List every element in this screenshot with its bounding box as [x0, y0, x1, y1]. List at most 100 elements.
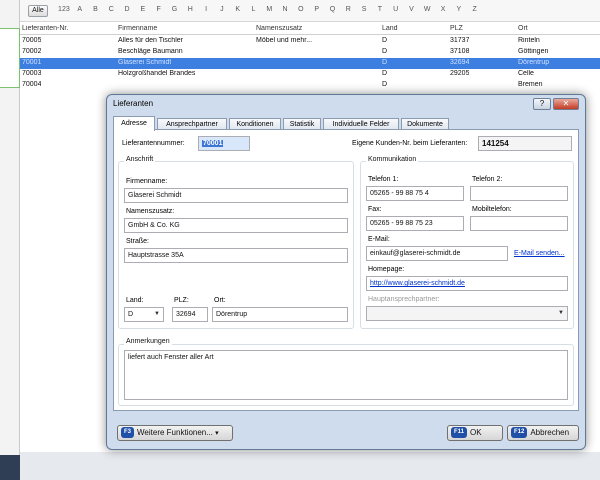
- email-field[interactable]: einkauf@glaserei-schmidt.de: [366, 246, 508, 261]
- filter-letter[interactable]: W: [419, 6, 435, 13]
- filter-letter[interactable]: Q: [325, 6, 341, 13]
- filter-letter[interactable]: D: [119, 6, 135, 13]
- ok-button[interactable]: F11 OK: [447, 425, 503, 441]
- close-button[interactable]: ✕: [553, 98, 579, 110]
- grid-column-header[interactable]: Namenszusatz: [256, 25, 302, 32]
- filter-letter[interactable]: B: [88, 6, 104, 13]
- dialog-titlebar[interactable]: Lieferanten ? ✕: [107, 95, 585, 113]
- table-row[interactable]: 70005 Alles für den Tischler Möbel und meh…: [20, 36, 600, 47]
- filter-letter[interactable]: X: [435, 6, 451, 13]
- grid-header: Lieferanten-Nr. Firmenname Namenszusatz Lan…: [20, 24, 600, 35]
- filter-letter[interactable]: H: [182, 6, 198, 13]
- filter-letter[interactable]: A: [72, 6, 88, 13]
- filter-letter[interactable]: I: [198, 6, 214, 13]
- grid-column-header[interactable]: Land: [382, 25, 398, 32]
- table-cell: D: [382, 70, 388, 77]
- cancel-label: Abbrechen: [530, 428, 570, 437]
- filter-letter[interactable]: O: [293, 6, 309, 13]
- filter-letter[interactable]: N: [277, 6, 293, 13]
- filter-letter[interactable]: M: [261, 6, 277, 13]
- send-email-link[interactable]: E-Mail senden...: [514, 250, 565, 257]
- name-suffix-label: Namenszusatz:: [126, 208, 175, 215]
- table-cell: Bremen: [518, 81, 543, 88]
- filter-letter[interactable]: L: [246, 6, 262, 13]
- phone1-field[interactable]: 05265 - 99 88 75 4: [366, 186, 464, 201]
- chevron-down-icon: ▼: [154, 311, 160, 317]
- fax-label: Fax:: [368, 206, 382, 213]
- city-label: Ort:: [214, 297, 226, 304]
- table-cell: 37108: [450, 48, 470, 55]
- supplier-number-field[interactable]: 70001: [198, 136, 250, 151]
- table-cell: 70002: [22, 48, 42, 55]
- table-cell: Beschläge Baumann: [118, 48, 183, 55]
- zip-field[interactable]: 32694: [172, 307, 208, 322]
- grid-column-header[interactable]: Firmenname: [118, 25, 157, 32]
- grid-column-header[interactable]: Lieferanten-Nr.: [22, 25, 68, 32]
- address-group: [118, 161, 354, 329]
- filter-letter[interactable]: R: [340, 6, 356, 13]
- main-contact-select[interactable]: ▼: [366, 306, 568, 321]
- help-button[interactable]: ?: [533, 98, 551, 110]
- more-functions-label: Weitere Funktionen...: [137, 428, 213, 437]
- filter-letter[interactable]: 123: [56, 6, 72, 13]
- filter-letter[interactable]: G: [167, 6, 183, 13]
- more-functions-button[interactable]: F3 Weitere Funktionen... ▾: [117, 425, 233, 441]
- navigation-pane: [0, 0, 20, 480]
- street-label: Straße:: [126, 238, 149, 245]
- nav-selected-item[interactable]: [0, 28, 20, 88]
- cancel-button[interactable]: F12 Abbrechen: [507, 425, 579, 441]
- homepage-field[interactable]: http://www.glaserei-schmidt.de: [366, 276, 568, 291]
- table-row[interactable]: 70004 D Bremen: [20, 80, 600, 91]
- tab-adresse[interactable]: Adresse: [113, 116, 155, 131]
- filter-letter[interactable]: S: [356, 6, 372, 13]
- mobile-field[interactable]: [470, 216, 568, 231]
- name-suffix-field[interactable]: GmbH & Co. KG: [124, 218, 348, 233]
- filter-letter[interactable]: F: [151, 6, 167, 13]
- table-cell: Rinteln: [518, 37, 540, 44]
- filter-letter[interactable]: C: [103, 6, 119, 13]
- table-row[interactable]: 70003 Holzgroßhandel Brandes D 29205 Celle: [20, 69, 600, 80]
- filter-letter[interactable]: J: [214, 6, 230, 13]
- filter-letter[interactable]: Z: [467, 6, 483, 13]
- phone1-label: Telefon 1:: [368, 176, 399, 183]
- table-cell: 70001: [22, 59, 42, 66]
- own-customer-number-field[interactable]: 141254: [478, 136, 572, 151]
- street-field[interactable]: Hauptstrasse 35A: [124, 248, 348, 263]
- filter-letter[interactable]: V: [404, 6, 420, 13]
- filter-letter[interactable]: Y: [451, 6, 467, 13]
- status-area: [20, 452, 600, 480]
- table-row[interactable]: 70001 Glaserei Schmidt D 32694 Dörentrup: [20, 58, 600, 69]
- grid-column-header[interactable]: Ort: [518, 25, 528, 32]
- supplier-dialog: Lieferanten ? ✕ Adresse Ansprechpartner …: [106, 94, 586, 450]
- notes-textarea[interactable]: liefert auch Fenster aller Art: [124, 350, 568, 400]
- email-label: E-Mail:: [368, 236, 390, 243]
- phone2-field[interactable]: [470, 186, 568, 201]
- city-field[interactable]: Dörentrup: [212, 307, 348, 322]
- table-cell: 29205: [450, 70, 470, 77]
- table-cell: Holzgroßhandel Brandes: [118, 70, 196, 77]
- company-field[interactable]: Glaserei Schmidt: [124, 188, 348, 203]
- table-cell: D: [382, 81, 388, 88]
- table-cell: 31737: [450, 37, 470, 44]
- table-cell: D: [382, 59, 388, 66]
- country-select[interactable]: D ▼: [124, 307, 164, 322]
- filter-letter[interactable]: U: [388, 6, 404, 13]
- grid-column-header[interactable]: PLZ: [450, 25, 463, 32]
- f12-key-badge: F12: [511, 427, 528, 438]
- filter-letter[interactable]: P: [309, 6, 325, 13]
- table-cell: 70004: [22, 81, 42, 88]
- table-cell: D: [382, 48, 388, 55]
- homepage-label: Homepage:: [368, 266, 405, 273]
- own-customer-number-label: Eigene Kunden-Nr. beim Lieferanten:: [352, 140, 468, 147]
- zip-label: PLZ:: [174, 297, 189, 304]
- filter-letter[interactable]: E: [135, 6, 151, 13]
- filter-letter[interactable]: T: [372, 6, 388, 13]
- filter-letter[interactable]: K: [230, 6, 246, 13]
- table-row[interactable]: 70002 Beschläge Baumann D 37108 Göttingen: [20, 47, 600, 58]
- table-cell: Dörentrup: [518, 59, 550, 66]
- f3-key-badge: F3: [121, 427, 135, 438]
- fax-field[interactable]: 05265 - 99 88 75 23: [366, 216, 464, 231]
- filter-all-button[interactable]: Alle: [28, 5, 48, 17]
- table-cell: Alles für den Tischler: [118, 37, 183, 44]
- mobile-label: Mobiltelefon:: [472, 206, 512, 213]
